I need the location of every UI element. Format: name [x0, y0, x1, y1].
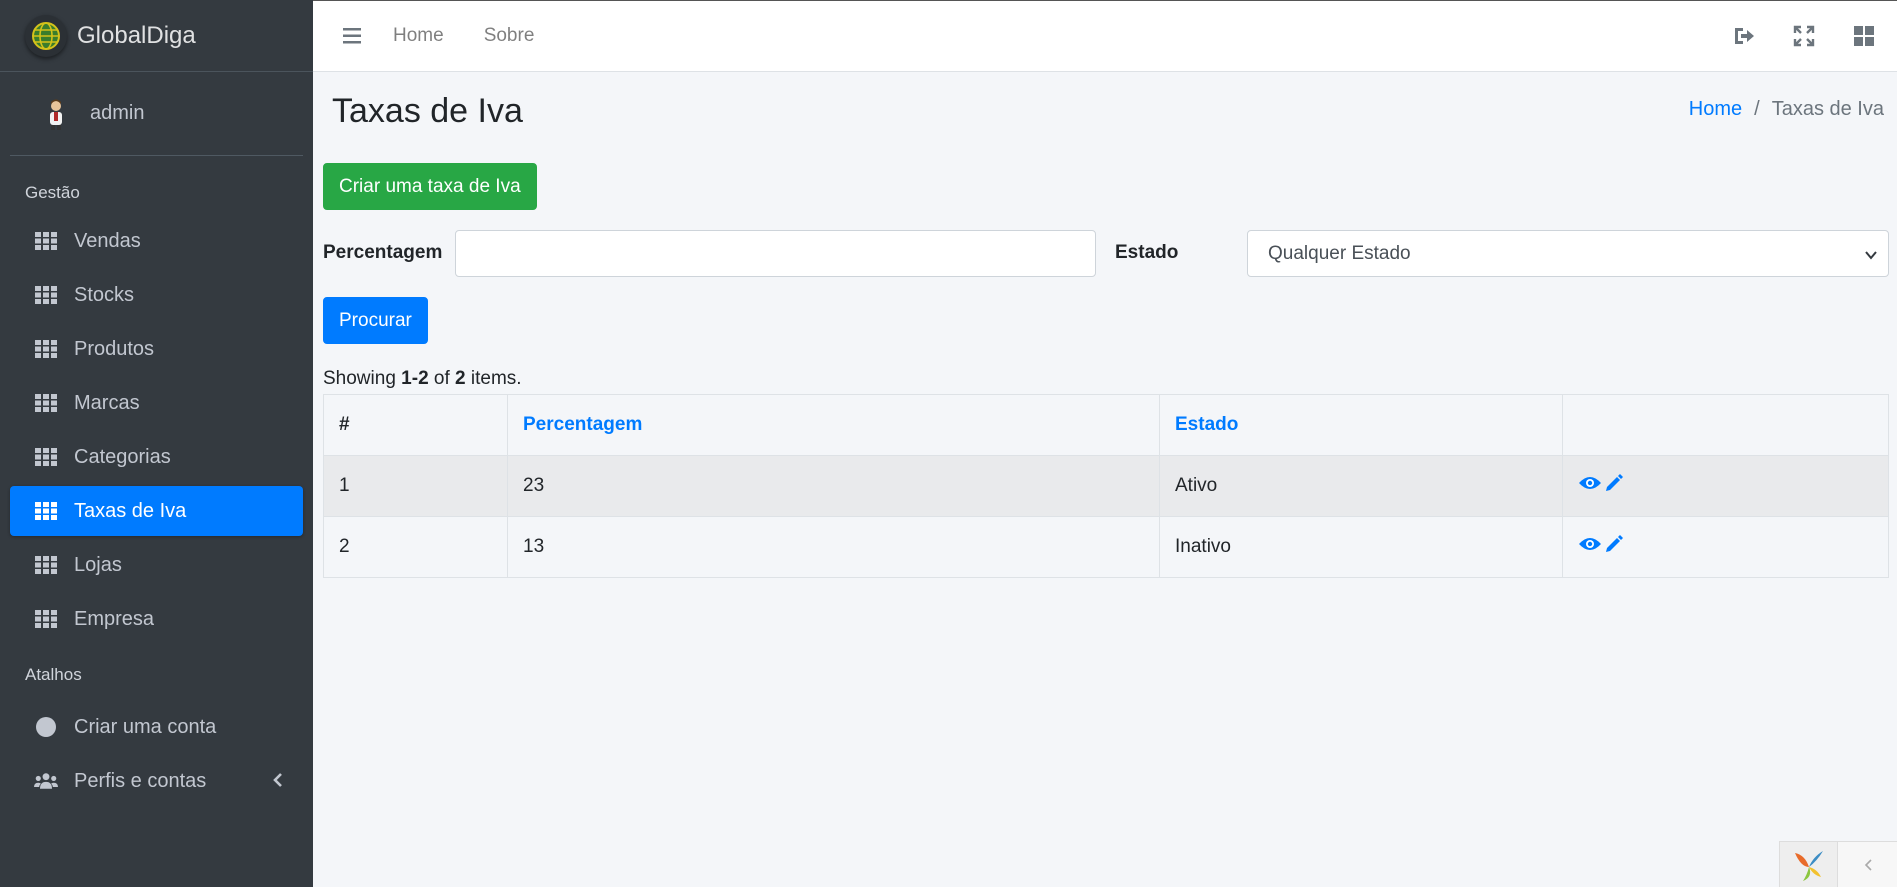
- cell-actions: [1562, 455, 1889, 517]
- table-header-row: # Percentagem Estado: [323, 394, 1889, 456]
- chevron-left-icon[interactable]: [273, 771, 283, 794]
- sidebar-item-label: Marcas: [74, 391, 140, 414]
- sidebar-item-empresa[interactable]: Empresa: [10, 594, 303, 644]
- sidebar-item-vendas[interactable]: Vendas: [10, 216, 303, 266]
- estado-label: Estado: [1115, 242, 1179, 263]
- grid-icon: [34, 393, 58, 413]
- estado-select[interactable]: Qualquer Estado: [1247, 230, 1889, 277]
- sidebar-item-label: Produtos: [74, 337, 155, 360]
- grid-icon: [34, 501, 58, 521]
- sidebar-item-taxas-de-iva[interactable]: Taxas de Iva: [10, 486, 303, 536]
- column-header-number: #: [323, 394, 508, 456]
- estado-selected-value: Qualquer Estado: [1268, 242, 1411, 264]
- chevron-down-icon: [1864, 246, 1878, 268]
- nav-link-home[interactable]: Home: [393, 25, 444, 47]
- percentagem-label: Percentagem: [323, 242, 443, 263]
- logout-icon[interactable]: [1733, 25, 1755, 52]
- table-row: 2 13 Inativo: [323, 516, 1889, 578]
- create-tax-button[interactable]: Criar uma taxa de Iva: [323, 163, 537, 210]
- grid-icon: [34, 339, 58, 359]
- globe-icon: [25, 14, 67, 57]
- breadcrumb: Home / Taxas de Iva: [1689, 98, 1884, 121]
- search-button[interactable]: Procurar: [323, 297, 428, 344]
- column-header-actions: [1562, 394, 1889, 456]
- sidebar-item-marcas[interactable]: Marcas: [10, 378, 303, 428]
- column-header-estado[interactable]: Estado: [1159, 394, 1563, 456]
- sidebar-item-label: Categorias: [74, 445, 171, 468]
- user-panel[interactable]: admin: [10, 72, 303, 156]
- sidebar-item-label: Criar uma conta: [74, 715, 217, 738]
- nav-link-sobre[interactable]: Sobre: [484, 25, 535, 47]
- grid-icon: [34, 285, 58, 305]
- top-navbar: Home Sobre: [313, 0, 1897, 72]
- results-summary: Showing 1-2 of 2 items.: [323, 368, 522, 390]
- table-row: 1 23 Ativo: [323, 455, 1889, 517]
- summary-total: 2: [455, 368, 466, 389]
- sidebar-item-perfis-contas[interactable]: Perfis e contas: [10, 756, 303, 806]
- hamburger-menu-icon[interactable]: [343, 27, 363, 45]
- sidebar-item-label: Perfis e contas: [74, 769, 207, 792]
- sidebar-item-categorias[interactable]: Categorias: [10, 432, 303, 482]
- sidebar-item-label: Stocks: [74, 283, 135, 306]
- percentagem-input[interactable]: [455, 230, 1096, 277]
- cell-number: 1: [323, 455, 508, 517]
- view-eye-icon[interactable]: [1578, 474, 1602, 498]
- sidebar-item-produtos[interactable]: Produtos: [10, 324, 303, 374]
- summary-suffix: items.: [465, 368, 522, 389]
- cell-estado: Ativo: [1159, 455, 1563, 517]
- sidebar-item-lojas[interactable]: Lojas: [10, 540, 303, 590]
- summary-prefix: Showing: [323, 368, 402, 389]
- sidebar-item-stocks[interactable]: Stocks: [10, 270, 303, 320]
- breadcrumb-separator: /: [1754, 98, 1760, 120]
- debug-toggle-chevron-icon[interactable]: [1838, 842, 1897, 887]
- yii-logo-icon[interactable]: [1780, 842, 1838, 887]
- user-avatar-icon: [42, 94, 70, 134]
- edit-pencil-icon[interactable]: [1604, 473, 1624, 499]
- tax-rates-table: # Percentagem Estado 1 23 Ativo 2 13 Ina…: [323, 394, 1889, 578]
- circle-icon: [34, 717, 58, 737]
- sidebar-item-label: Lojas: [74, 553, 122, 576]
- cell-percentagem: 23: [507, 455, 1160, 517]
- brand-link[interactable]: GlobalDiga: [0, 0, 313, 72]
- breadcrumb-home-link[interactable]: Home: [1689, 98, 1742, 121]
- page-title: Taxas de Iva: [332, 92, 523, 130]
- sidebar-item-label: Empresa: [74, 607, 155, 630]
- edit-pencil-icon[interactable]: [1604, 534, 1624, 560]
- sidebar-item-label: Vendas: [74, 229, 141, 252]
- summary-mid: of: [428, 368, 456, 389]
- user-name: admin: [90, 102, 145, 124]
- summary-range: 1-2: [401, 368, 429, 389]
- brand-name: GlobalDiga: [77, 21, 196, 49]
- grid-icon: [34, 555, 58, 575]
- grid-layout-icon[interactable]: [1853, 25, 1875, 52]
- grid-icon: [34, 609, 58, 629]
- debug-toolbar: [1779, 841, 1897, 887]
- cell-percentagem: 13: [507, 516, 1160, 578]
- sidebar-item-label: Taxas de Iva: [74, 499, 187, 522]
- cell-actions: [1562, 516, 1889, 578]
- breadcrumb-current: Taxas de Iva: [1771, 98, 1884, 120]
- sidebar: GlobalDiga admin Gestão Vendas Stocks Pr…: [0, 0, 313, 887]
- view-eye-icon[interactable]: [1578, 535, 1602, 559]
- nav-header-gestao: Gestão: [25, 183, 80, 202]
- fullscreen-icon[interactable]: [1793, 25, 1815, 52]
- column-header-percentagem[interactable]: Percentagem: [507, 394, 1160, 456]
- nav-header-atalhos: Atalhos: [25, 665, 82, 684]
- sidebar-item-criar-conta[interactable]: Criar uma conta: [10, 702, 303, 752]
- grid-icon: [34, 447, 58, 467]
- cell-number: 2: [323, 516, 508, 578]
- cell-estado: Inativo: [1159, 516, 1563, 578]
- grid-icon: [34, 231, 58, 251]
- users-icon: [34, 771, 58, 791]
